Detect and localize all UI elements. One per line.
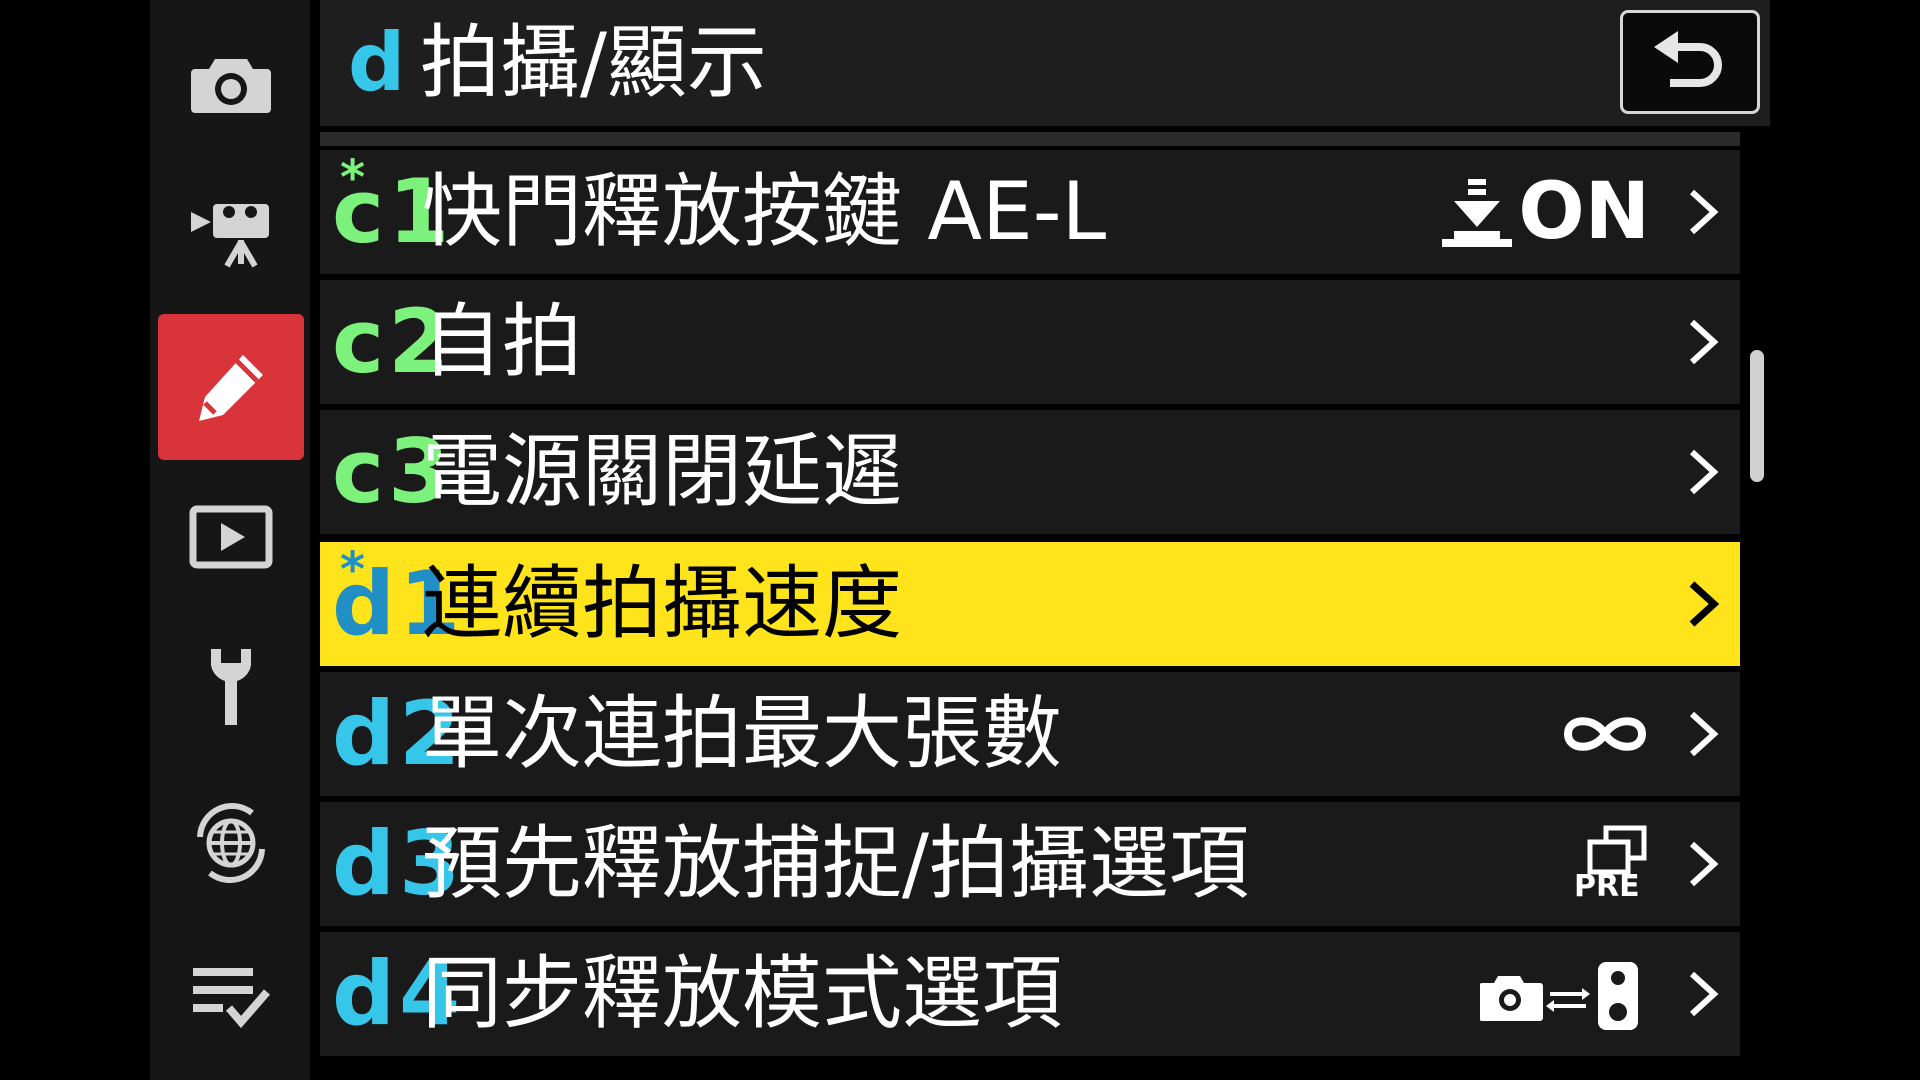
row-label: 電源關閉延遲 bbox=[422, 425, 902, 518]
pencil-icon bbox=[199, 355, 263, 421]
chevron-right-icon bbox=[1689, 841, 1719, 887]
chevron-right-icon bbox=[1689, 319, 1719, 365]
menu-row-d4[interactable]: d4 同步釋放模式選項 bbox=[320, 932, 1740, 1056]
back-button[interactable] bbox=[1620, 10, 1760, 114]
menu-row-c2[interactable]: c2 自拍 bbox=[320, 280, 1740, 404]
infinity-icon bbox=[1563, 717, 1647, 751]
code-letter: c bbox=[332, 290, 385, 393]
row-value: PRE bbox=[1570, 806, 1650, 922]
row-label: 自拍 bbox=[422, 295, 582, 388]
shutter-half-press-icon bbox=[1442, 179, 1513, 247]
code-letter: d bbox=[332, 812, 395, 915]
menu-row-c3[interactable]: c3 電源關閉延遲 bbox=[320, 410, 1740, 534]
code-letter: c bbox=[332, 420, 385, 523]
rail-item-playback[interactable] bbox=[158, 464, 304, 610]
menu-category-rail bbox=[150, 0, 310, 1080]
menu-row-d3[interactable]: d3 預先釋放捕捉/拍攝選項 PRE bbox=[320, 802, 1740, 926]
header-divider bbox=[320, 132, 1740, 146]
row-label: 連續拍攝速度 bbox=[422, 557, 902, 650]
wrench-icon bbox=[211, 649, 251, 725]
camera-menu-screen: d 拍攝/顯示 * c1 快門釋放按鍵 AE-L ON c 2 自拍 c 3 電… bbox=[0, 0, 1920, 1080]
rail-item-custom-settings[interactable] bbox=[158, 314, 304, 460]
row-label: 單次連拍最大張數 bbox=[422, 687, 1062, 780]
modified-asterisk: * bbox=[340, 542, 366, 598]
chevron-right-icon bbox=[1689, 449, 1719, 495]
code-letter: d bbox=[332, 942, 395, 1045]
return-arrow-icon bbox=[1654, 31, 1722, 87]
movie-camera-icon bbox=[191, 204, 269, 268]
menu-row-d1[interactable]: * d1 連續拍攝速度 bbox=[320, 542, 1740, 666]
my-menu-icon bbox=[193, 968, 271, 1029]
playback-icon bbox=[189, 505, 273, 569]
camera-sync-remote-icon bbox=[1480, 962, 1638, 1030]
scrollbar-track[interactable] bbox=[1748, 150, 1762, 1080]
modified-asterisk: * bbox=[340, 150, 366, 206]
rail-item-photo-shooting[interactable] bbox=[158, 10, 304, 156]
chevron-right-icon bbox=[1689, 971, 1719, 1017]
page-title: 拍攝/顯示 bbox=[420, 16, 767, 109]
pre-icon-label: PRE bbox=[1574, 869, 1640, 904]
row-label: 同步釋放模式選項 bbox=[422, 947, 1062, 1040]
code-letter: d bbox=[332, 682, 395, 785]
chevron-right-icon bbox=[1689, 711, 1719, 757]
network-icon bbox=[197, 802, 265, 884]
row-label: 預先釋放捕捉/拍攝選項 bbox=[422, 817, 1249, 910]
header-group-letter: d bbox=[348, 16, 406, 109]
value-text: ON bbox=[1518, 167, 1650, 257]
chevron-right-icon bbox=[1689, 189, 1719, 235]
row-value bbox=[1560, 676, 1650, 792]
rail-item-network[interactable] bbox=[158, 770, 304, 916]
row-label: 快門釋放按鍵 AE-L bbox=[422, 165, 1107, 258]
menu-row-c1[interactable]: * c1 快門釋放按鍵 AE-L ON bbox=[320, 150, 1740, 274]
menu-row-d2[interactable]: d2 單次連拍最大張數 bbox=[320, 672, 1740, 796]
scrollbar-thumb[interactable] bbox=[1750, 350, 1764, 482]
rail-item-my-menu[interactable] bbox=[158, 922, 304, 1068]
chevron-right-icon bbox=[1689, 581, 1720, 627]
row-value: ON bbox=[1440, 154, 1650, 270]
rail-item-setup[interactable] bbox=[158, 614, 304, 760]
row-value bbox=[1480, 936, 1650, 1052]
pre-capture-icon: PRE bbox=[1574, 825, 1647, 904]
rail-item-movie-recording[interactable] bbox=[158, 160, 304, 306]
camera-icon bbox=[191, 59, 271, 113]
